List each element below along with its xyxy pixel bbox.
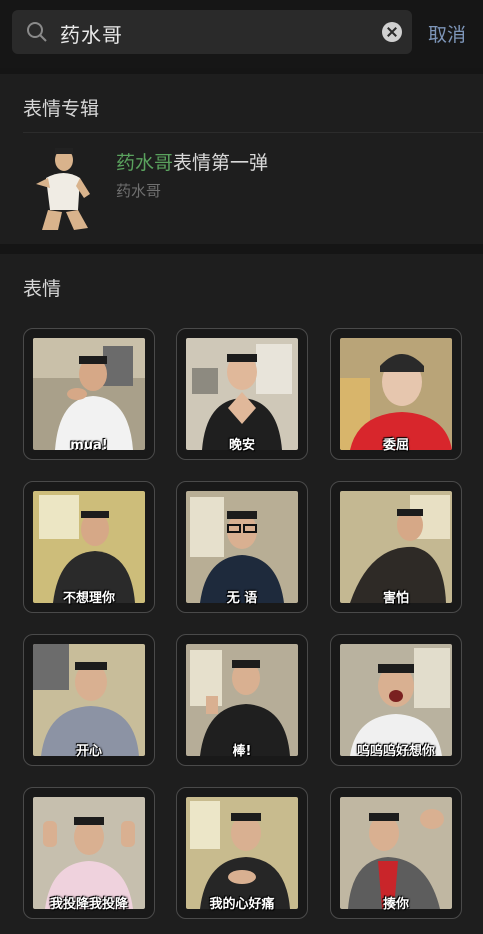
search-bar[interactable]: 药水哥 [12, 10, 412, 54]
emoji-item-scared[interactable]: 害怕 [330, 481, 462, 613]
emoji-item-mua[interactable]: mua! [23, 328, 155, 460]
emoji-image [33, 338, 145, 450]
emoji-item-surrender[interactable]: 我投降我投降 [23, 787, 155, 919]
album-title-rest: 表情第一弹 [173, 152, 269, 174]
cancel-button[interactable]: 取消 [428, 20, 466, 47]
album-section-title: 表情专辑 [23, 98, 100, 120]
emoji-caption: 揍你 [382, 897, 409, 912]
emoji-item-great[interactable]: 棒! [176, 634, 308, 766]
emoji-item-miss-you[interactable]: 呜呜呜好想你 [330, 634, 462, 766]
emoji-caption: 我的心好痛 [209, 897, 275, 912]
top-bar: 药水哥 取消 [0, 0, 483, 68]
emoji-item-good-night[interactable]: 晚安 [176, 328, 308, 460]
emoji-section-title: 表情 [23, 278, 62, 300]
emoji-caption: 不想理你 [62, 591, 115, 606]
emoji-caption: 呜呜呜好想你 [356, 744, 435, 759]
emoji-caption: 害怕 [382, 591, 409, 606]
emoji-caption: 棒! [232, 744, 252, 759]
divider [23, 132, 483, 133]
emoji-item-ignore[interactable]: 不想理你 [23, 481, 155, 613]
album-author: 药水哥 [116, 182, 162, 200]
album-list-item[interactable]: 药水哥表情第一弹 药水哥 [0, 140, 483, 240]
emoji-section: 表情 mua! 晚安 委屈 不想理你 无 语 害怕 开心 棒! 呜呜呜好想你 我… [0, 254, 483, 934]
album-title: 药水哥表情第一弹 [116, 148, 268, 175]
emoji-item-heartbroken[interactable]: 我的心好痛 [176, 787, 308, 919]
search-icon [27, 22, 47, 42]
emoji-caption: mua! [70, 438, 108, 453]
search-input[interactable]: 药水哥 [60, 19, 123, 48]
emoji-caption: 无 语 [226, 591, 258, 606]
emoji-item-punch[interactable]: 揍你 [330, 787, 462, 919]
emoji-caption: 我投降我投降 [49, 897, 128, 912]
album-section: 表情专辑 药水哥表情第一弹 药水哥 [0, 74, 483, 244]
emoji-item-happy[interactable]: 开心 [23, 634, 155, 766]
clear-icon[interactable] [382, 22, 402, 42]
emoji-item-wronged[interactable]: 委屈 [330, 328, 462, 460]
emoji-caption: 开心 [75, 744, 102, 759]
emoji-caption: 晚安 [228, 438, 255, 453]
emoji-item-speechless[interactable]: 无 语 [176, 481, 308, 613]
album-title-highlight: 药水哥 [116, 152, 174, 174]
album-thumbnail [36, 148, 90, 230]
emoji-caption: 委屈 [382, 438, 409, 453]
